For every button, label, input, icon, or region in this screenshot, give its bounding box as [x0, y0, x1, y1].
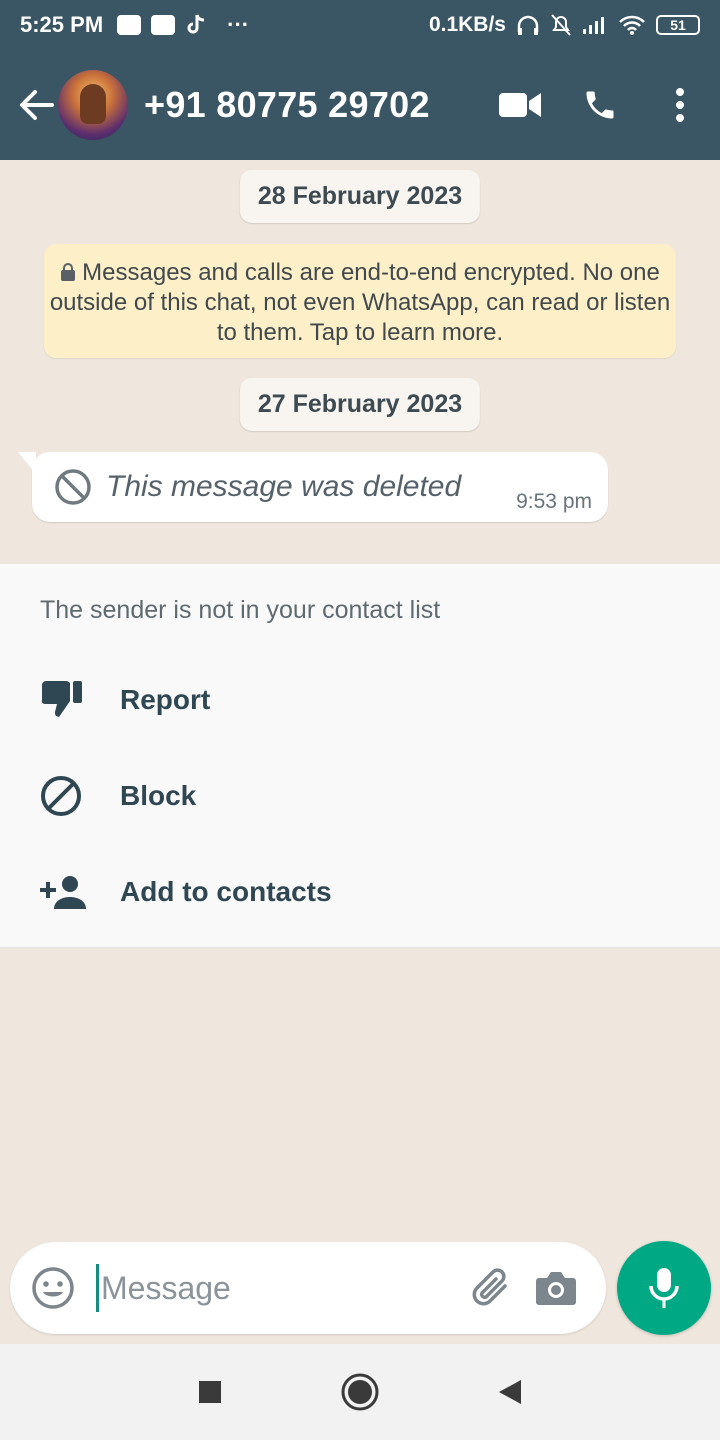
add-contact-icon [40, 876, 86, 909]
emoji-button[interactable] [30, 1265, 76, 1311]
deleted-message-text: This message was deleted [106, 470, 462, 503]
thumbs-down-icon [41, 681, 82, 717]
report-label: Report [120, 684, 211, 715]
emoji-icon [32, 1267, 74, 1309]
notification-icons: ··· [117, 12, 249, 38]
back-button[interactable] [12, 89, 60, 121]
tiktok-notification-icon [187, 14, 205, 34]
square-icon [199, 1381, 221, 1403]
microphone-icon [649, 1268, 679, 1308]
encryption-notice[interactable]: Messages and calls are end-to-end encryp… [44, 244, 676, 358]
status-bar: 5:25 PM ··· 0.1KB/s 51 [0, 0, 720, 50]
system-nav-bar [0, 1344, 720, 1440]
deleted-message-icon [55, 469, 91, 505]
more-options-icon [676, 88, 684, 122]
paperclip-icon [472, 1268, 507, 1306]
add-to-contacts-option[interactable]: Add to contacts [0, 852, 720, 932]
more-notifications-icon: ··· [227, 12, 250, 37]
camera-button[interactable] [516, 1270, 596, 1306]
chat-header: +91 80775 29702 [0, 50, 720, 160]
date-separator: 27 February 2023 [239, 378, 481, 431]
phone-icon [586, 91, 614, 119]
back-nav-button[interactable] [485, 1367, 535, 1417]
youtube-notification-icon [151, 15, 176, 35]
headphones-icon [517, 15, 539, 35]
recents-button[interactable] [185, 1367, 235, 1417]
add-to-contacts-label: Add to contacts [120, 876, 332, 907]
signal-icon [583, 17, 604, 34]
lock-icon [61, 263, 76, 281]
unknown-sender-panel: The sender is not in your contact list R… [0, 564, 720, 948]
message-input[interactable] [101, 1269, 431, 1307]
date-separator: 28 February 2023 [239, 170, 481, 223]
contact-title[interactable]: +91 80775 29702 [144, 84, 430, 126]
report-option[interactable]: Report [0, 660, 720, 740]
voice-call-button[interactable] [560, 65, 640, 145]
message-notification-icon [117, 15, 142, 35]
text-caret [96, 1264, 99, 1312]
block-icon [41, 776, 81, 816]
deleted-message-bubble[interactable]: This message was deleted 9:53 pm [18, 452, 608, 522]
message-time: 9:53 pm [516, 490, 592, 513]
video-call-icon [499, 93, 541, 117]
voice-message-button[interactable] [617, 1241, 711, 1335]
circle-home-icon [341, 1373, 379, 1411]
camera-icon [536, 1272, 576, 1305]
network-speed: 0.1KB/s [428, 13, 506, 36]
mute-bell-icon [551, 14, 571, 36]
attach-button[interactable] [466, 1266, 516, 1310]
back-arrow-icon [20, 90, 54, 120]
more-options-button[interactable] [640, 65, 720, 145]
home-button[interactable] [335, 1367, 385, 1417]
encryption-text: Messages and calls are end-to-end encryp… [49, 259, 671, 346]
status-time: 5:25 PM [20, 12, 104, 37]
contact-avatar[interactable] [58, 70, 128, 140]
block-label: Block [120, 780, 197, 811]
wifi-icon [619, 15, 645, 35]
battery-icon: 51 [656, 15, 700, 35]
block-option[interactable]: Block [0, 756, 720, 836]
unknown-sender-note: The sender is not in your contact list [40, 596, 441, 624]
triangle-back-icon [499, 1380, 521, 1404]
message-composer [10, 1242, 606, 1334]
video-call-button[interactable] [480, 65, 560, 145]
